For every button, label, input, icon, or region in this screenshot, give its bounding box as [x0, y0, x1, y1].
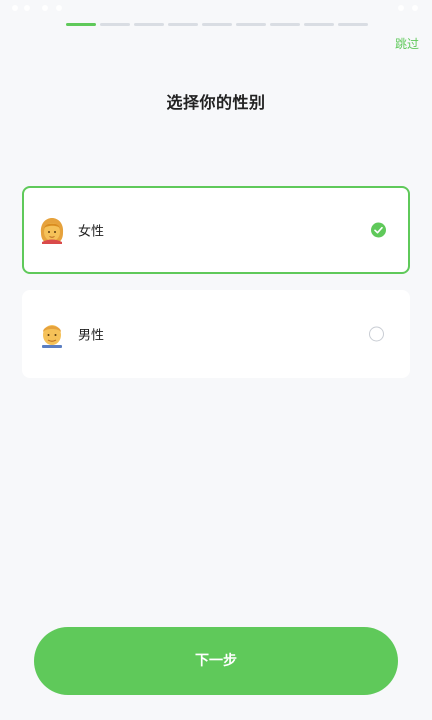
status-icon — [398, 5, 404, 11]
status-icon — [56, 5, 62, 11]
next-button[interactable]: 下一步 — [34, 627, 398, 695]
progress-segment — [270, 23, 300, 26]
status-bar — [0, 0, 432, 16]
status-icon — [42, 5, 48, 11]
onboarding-progress — [66, 23, 368, 26]
woman-emoji-icon — [40, 218, 64, 244]
skip-button[interactable]: 跳过 — [395, 35, 419, 52]
progress-segment — [168, 23, 198, 26]
progress-segment — [236, 23, 266, 26]
unselected-radio-icon — [369, 326, 384, 342]
selected-check-icon — [371, 222, 386, 238]
progress-segment — [134, 23, 164, 26]
status-icon — [24, 5, 30, 11]
progress-segment — [304, 23, 334, 26]
progress-segment — [100, 23, 130, 26]
option-label: 女性 — [78, 224, 105, 240]
gender-selection-screen: 跳过 选择你的性别 女性 男性 下一步 — [0, 0, 432, 720]
progress-segment — [202, 23, 232, 26]
battery-icon — [412, 5, 418, 11]
status-icon — [12, 5, 18, 11]
option-label: 男性 — [78, 328, 105, 344]
progress-segment-active — [66, 23, 96, 26]
man-emoji-icon — [42, 325, 62, 348]
option-male[interactable]: 男性 — [22, 290, 410, 378]
page-title: 选择你的性别 — [166, 93, 266, 112]
progress-segment — [338, 23, 368, 26]
option-female[interactable]: 女性 — [22, 186, 410, 274]
